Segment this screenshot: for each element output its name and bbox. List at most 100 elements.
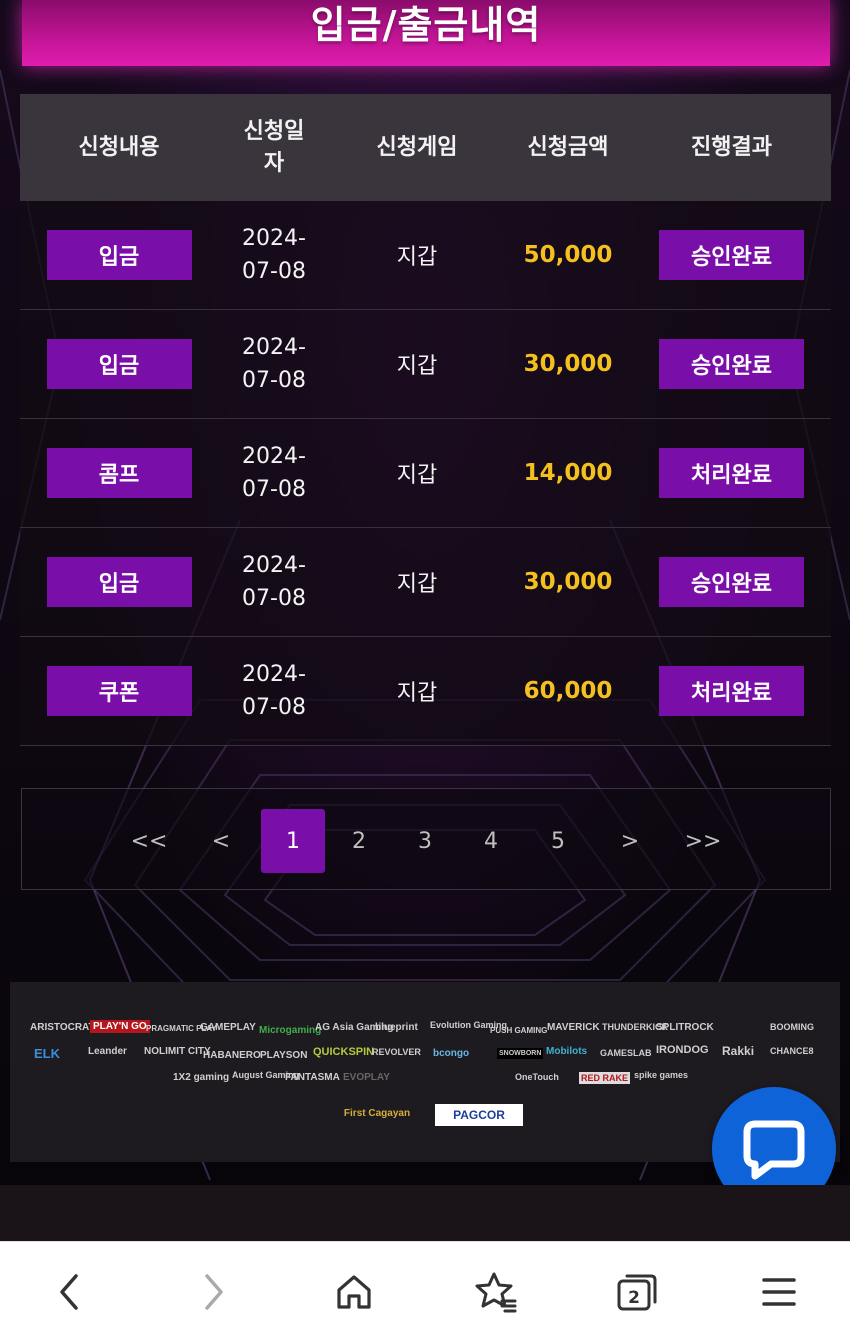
status-badge: 승인완료 [659,339,804,389]
partner-logo: IRONDOG [656,1044,709,1056]
page-title: 입금/출금내역 [310,3,542,47]
game-text: 지갑 [396,572,438,597]
tabs-icon[interactable]: 2 [615,1270,659,1314]
table-row: 콤프 2024-07-08 지갑 14,000 처리완료 [20,419,831,528]
partner-logo: 1X2 gaming [173,1072,230,1083]
game-cell: 지갑 [330,348,504,380]
partner-logo: MAVERICK [547,1022,600,1033]
first-page-button[interactable]: << [117,809,181,873]
partner-logo: QUICKSPIN [313,1046,375,1058]
page-button-4[interactable]: 4 [459,809,523,873]
status-badge: 처리완료 [659,666,804,716]
table-row: 입금 2024-07-08 지갑 30,000 승인완료 [20,310,831,419]
game-text: 지갑 [396,354,438,379]
amount-text: 60,000 [523,678,613,704]
partner-logo: GAMEPLAY [200,1022,256,1033]
type-badge: 입금 [46,230,192,280]
table-body: 입금 2024-07-08 지갑 50,000 승인완료 입금 2024-07-… [20,201,831,746]
column-header-date: 신청일자 [218,116,330,180]
amount-text: 14,000 [523,460,613,486]
page-button-3[interactable]: 3 [393,809,457,873]
partner-logo: REVOLVER [372,1047,421,1057]
type-cell: 쿠폰 [20,666,218,716]
date-cell: 2024-07-08 [218,549,330,615]
page-title-bar: 입금/출금내역 [22,0,830,66]
type-cell: 콤프 [20,448,218,498]
partner-logo: bcongo [433,1048,470,1059]
partner-logo: BOOMING [770,1022,814,1032]
game-text: 지갑 [396,463,438,488]
game-cell: 지갑 [330,239,504,271]
partner-logo: PUSH GAMING [490,1026,548,1035]
partner-logo: FANTASMA [285,1072,340,1083]
column-header-type: 신청내용 [78,134,160,160]
chat-bubble-icon [743,1120,805,1180]
result-cell: 처리완료 [632,666,831,716]
date-cell: 2024-07-08 [218,658,330,724]
game-cell: 지갑 [330,566,504,598]
pagination: << < 1 2 3 4 5 > >> [21,788,831,890]
date-cell: 2024-07-08 [218,331,330,397]
partner-logo: ELK [34,1046,60,1061]
page-button-1[interactable]: 1 [261,809,325,873]
status-badge: 처리완료 [659,448,804,498]
amount-text: 30,000 [523,351,613,377]
result-cell: 승인완료 [632,339,831,389]
date-text: 2024-07-08 [242,662,306,720]
tab-count: 2 [628,1288,640,1308]
game-cell: 지갑 [330,675,504,707]
next-page-button[interactable]: > [598,809,662,873]
partner-logo: PLAYSON [260,1050,308,1061]
last-page-button[interactable]: >> [671,809,735,873]
type-cell: 입금 [20,339,218,389]
amount-cell: 30,000 [504,569,632,595]
column-header-date-label: 신청일자 [243,118,305,176]
back-arrow-icon[interactable] [47,1270,91,1314]
partner-logo: CHANCE8 [770,1046,814,1056]
license-logo: First Cagayan [343,1107,411,1119]
table-row: 쿠폰 2024-07-08 지갑 60,000 처리완료 [20,637,831,746]
date-text: 2024-07-08 [242,335,306,393]
partner-logo: RED RAKE [579,1072,631,1084]
amount-cell: 30,000 [504,351,632,377]
result-cell: 승인완료 [632,230,831,280]
menu-icon[interactable] [757,1270,801,1314]
game-cell: 지갑 [330,457,504,489]
amount-cell: 14,000 [504,460,632,486]
table-row: 입금 2024-07-08 지갑 30,000 승인완료 [20,528,831,637]
page-button-2[interactable]: 2 [327,809,391,873]
table-header: 신청내용 신청일자 신청게임 신청금액 진행결과 [20,94,831,201]
status-badge: 승인완료 [659,230,804,280]
type-badge: 콤프 [46,448,192,498]
type-badge: 입금 [46,557,192,607]
partner-logo: spike games [634,1070,689,1080]
page-button-5[interactable]: 5 [526,809,590,873]
column-header-game: 신청게임 [376,134,458,160]
table-row: 입금 2024-07-08 지갑 50,000 승인완료 [20,201,831,310]
partner-logo: EVOPLAY [343,1072,390,1083]
column-header-result: 진행결과 [691,134,772,160]
amount-text: 30,000 [523,569,613,595]
type-cell: 입금 [20,557,218,607]
home-icon[interactable] [332,1270,376,1314]
forward-arrow-icon[interactable] [192,1270,236,1314]
bookmark-star-icon[interactable] [474,1270,518,1314]
type-badge: 쿠폰 [46,666,192,716]
game-text: 지갑 [396,681,438,706]
partner-logo: GAMESLAB [600,1048,652,1058]
browser-navigation-bar: 2 [0,1241,850,1341]
date-text: 2024-07-08 [242,553,306,611]
partner-logo: NOLIMIT CITY [144,1046,211,1057]
partner-logo: PLAY'N GO [90,1020,150,1033]
partner-logo: Rakki [722,1044,755,1058]
partner-logo: Microgaming [259,1025,322,1036]
result-cell: 처리완료 [632,448,831,498]
prev-page-button[interactable]: < [189,809,253,873]
type-badge: 입금 [46,339,192,389]
status-badge: 승인완료 [659,557,804,607]
partner-logo: OneTouch [515,1072,559,1082]
date-text: 2024-07-08 [242,444,306,502]
amount-cell: 50,000 [504,242,632,268]
page-footer-strip [0,1185,850,1241]
amount-cell: 60,000 [504,678,632,704]
